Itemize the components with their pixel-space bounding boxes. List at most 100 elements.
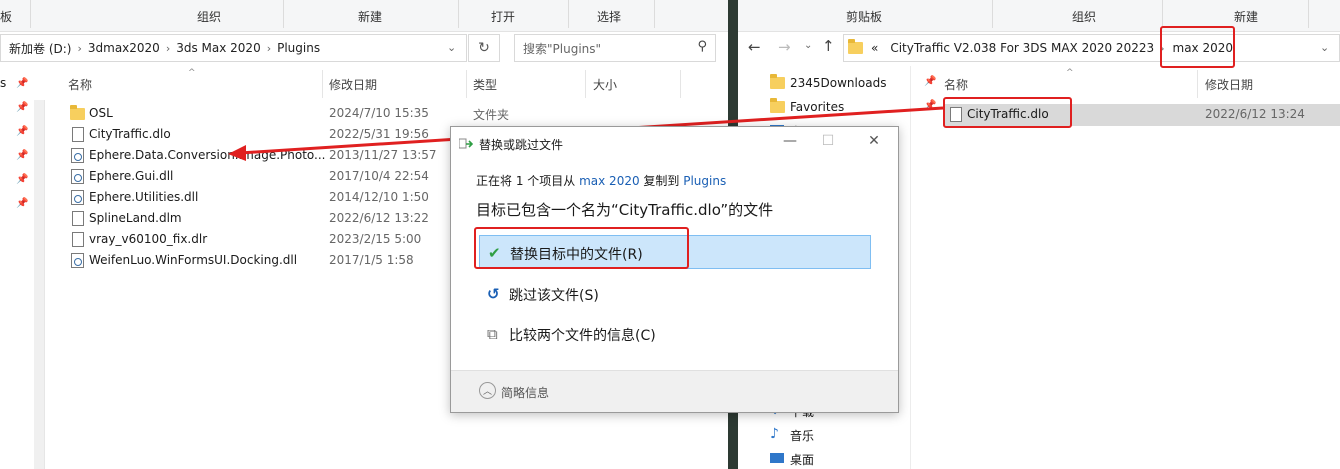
replace-option[interactable]: ✔ 替换目标中的文件(R) — [479, 235, 871, 269]
nav-scrollbar[interactable] — [34, 100, 45, 469]
nav-pane-divider — [910, 66, 911, 469]
copy-files-icon — [459, 138, 473, 149]
maximize-icon[interactable]: ☐ — [813, 133, 843, 149]
sort-caret-icon: ^ — [188, 68, 196, 78]
breadcrumb-max2020[interactable]: max 2020 — [1173, 41, 1234, 55]
breadcrumb-3dmax2020[interactable]: 3dmax2020 — [88, 41, 160, 55]
file-name: CityTraffic.dlo — [89, 127, 171, 141]
breadcrumb-overflow[interactable]: « — [871, 41, 878, 55]
nav-label: 音乐 — [790, 428, 815, 443]
pin-icon: 📌 — [16, 150, 29, 161]
file-type: 文件夹 — [473, 108, 510, 122]
nav-item[interactable]: 桌面 — [770, 448, 814, 469]
search-placeholder: 搜索"Plugins" — [523, 41, 602, 56]
dll-icon — [71, 253, 84, 268]
skip-option[interactable]: ↺ 跳过该文件(S) — [479, 277, 871, 311]
breadcrumb-drive[interactable]: 新加卷 (D:) — [9, 40, 71, 57]
chevron-right-icon: › — [1160, 41, 1165, 55]
chevron-right-icon: › — [266, 41, 272, 55]
folder-icon — [70, 105, 85, 120]
dialog-title: 替换或跳过文件 — [479, 138, 564, 152]
file-date: 2014/12/10 1:50 — [329, 190, 429, 204]
pin-icon: 📌 — [16, 102, 29, 113]
file-date: 2022/6/12 13:22 — [329, 211, 429, 225]
column-name[interactable]: 名称 — [68, 76, 92, 93]
close-icon[interactable]: ✕ — [859, 133, 889, 149]
breadcrumb-citytraffic[interactable]: CityTraffic V2.038 For 3DS MAX 2020 2022… — [890, 41, 1154, 55]
chevron-down-icon[interactable]: ⌄ — [804, 40, 812, 51]
ribbon-clipboard[interactable]: 剪贴板 — [846, 8, 882, 25]
ribbon-new[interactable]: 新建 — [1234, 8, 1258, 25]
ribbon-clipboard[interactable]: 板 — [0, 8, 12, 25]
details-toggle[interactable]: 简略信息 — [501, 384, 549, 401]
refresh-button[interactable]: ↻ — [468, 34, 500, 62]
source-folder-link[interactable]: max 2020 — [579, 174, 640, 188]
file-icon — [72, 232, 84, 247]
file-name: WeifenLuo.WinFormsUI.Docking.dll — [89, 253, 298, 267]
file-name: OSL — [89, 106, 113, 120]
ribbon-new[interactable]: 新建 — [358, 8, 382, 25]
nav-item[interactable]: Favorites 📌 — [770, 96, 936, 118]
chevron-down-icon[interactable]: ⌄ — [447, 41, 456, 54]
file-name: Ephere.Gui.dll — [89, 169, 174, 183]
dialog-footer: ︿ 简略信息 — [451, 370, 898, 412]
progress-middle: 复制到 — [639, 174, 684, 188]
breadcrumb-3dsmax2020[interactable]: 3ds Max 2020 — [176, 41, 260, 55]
pin-icon: 📌 — [16, 78, 29, 89]
file-date: 2017/1/5 1:58 — [329, 253, 414, 267]
left-ribbon: 板 组织 新建 打开 选择 — [0, 0, 728, 32]
chevron-right-icon: › — [165, 41, 171, 55]
column-type[interactable]: 类型 — [473, 76, 497, 93]
folder-icon — [848, 39, 863, 54]
dll-icon — [71, 169, 84, 184]
skip-icon: ↺ — [487, 285, 500, 303]
breadcrumb-plugins[interactable]: Plugins — [277, 41, 320, 55]
ribbon-open[interactable]: 打开 — [491, 8, 515, 25]
file-name: CityTraffic.dlo — [967, 107, 1049, 121]
file-icon — [950, 107, 962, 122]
right-address-bar[interactable]: « CityTraffic V2.038 For 3DS MAX 2020 20… — [843, 34, 1340, 62]
column-name[interactable]: 名称 — [944, 76, 968, 93]
pin-icon: 📌 — [16, 198, 29, 209]
target-folder-link[interactable]: Plugins — [683, 174, 726, 188]
column-date[interactable]: 修改日期 — [329, 76, 377, 93]
file-date: 2022/5/31 19:56 — [329, 127, 429, 141]
left-address-bar[interactable]: 新加卷 (D:) › 3dmax2020 › 3ds Max 2020 › Pl… — [0, 34, 467, 62]
refresh-icon: ↻ — [478, 40, 490, 56]
dll-icon — [71, 148, 84, 163]
minimize-icon[interactable]: — — [775, 133, 805, 149]
search-icon: ⚲ — [697, 39, 707, 54]
nav-item[interactable]: ♪ 音乐 — [770, 424, 814, 446]
dialog-heading: 目标已包含一个名为“CityTraffic.dlo”的文件 — [476, 201, 774, 219]
nav-label: Favorites — [790, 100, 845, 114]
nav-item-stub[interactable]: s — [0, 76, 6, 90]
dialog-titlebar[interactable]: 替换或跳过文件 — ☐ ✕ — [451, 127, 898, 157]
chevron-up-icon[interactable]: ︿ — [479, 382, 496, 399]
back-arrow-icon[interactable]: ← — [748, 38, 761, 56]
dialog-progress-text: 正在将 1 个项目从 max 2020 复制到 Plugins — [476, 172, 726, 189]
file-date: 2017/10/4 22:54 — [329, 169, 429, 183]
chevron-down-icon[interactable]: ⌄ — [1320, 41, 1329, 54]
folder-icon — [770, 74, 785, 89]
nav-item[interactable]: 2345Downloads 📌 — [770, 72, 936, 94]
column-size[interactable]: 大小 — [593, 76, 617, 93]
column-date[interactable]: 修改日期 — [1205, 76, 1253, 93]
file-date: 2013/11/27 13:57 — [329, 148, 437, 162]
search-input[interactable]: 搜索"Plugins" ⚲ — [514, 34, 716, 62]
up-arrow-icon[interactable]: ↑ — [822, 37, 835, 55]
ribbon-organize[interactable]: 组织 — [1072, 8, 1096, 25]
compare-icon: ⧉ — [487, 325, 498, 343]
dll-icon — [71, 190, 84, 205]
folder-icon — [770, 98, 785, 113]
replace-option-label: 替换目标中的文件(R) — [510, 247, 643, 263]
chevron-right-icon: › — [77, 41, 82, 55]
compare-option[interactable]: ⧉ 比较两个文件的信息(C) — [479, 317, 871, 351]
forward-arrow-icon[interactable]: → — [778, 38, 791, 56]
progress-prefix: 正在将 1 个项目从 — [476, 174, 580, 188]
file-date: 2022/6/12 13:24 — [1205, 107, 1305, 121]
file-icon — [72, 211, 84, 226]
ribbon-organize[interactable]: 组织 — [197, 8, 221, 25]
file-name: Ephere.Data.Conversion.Image.Photo... — [89, 148, 326, 162]
ribbon-select[interactable]: 选择 — [597, 8, 621, 25]
compare-option-label: 比较两个文件的信息(C) — [509, 328, 656, 344]
